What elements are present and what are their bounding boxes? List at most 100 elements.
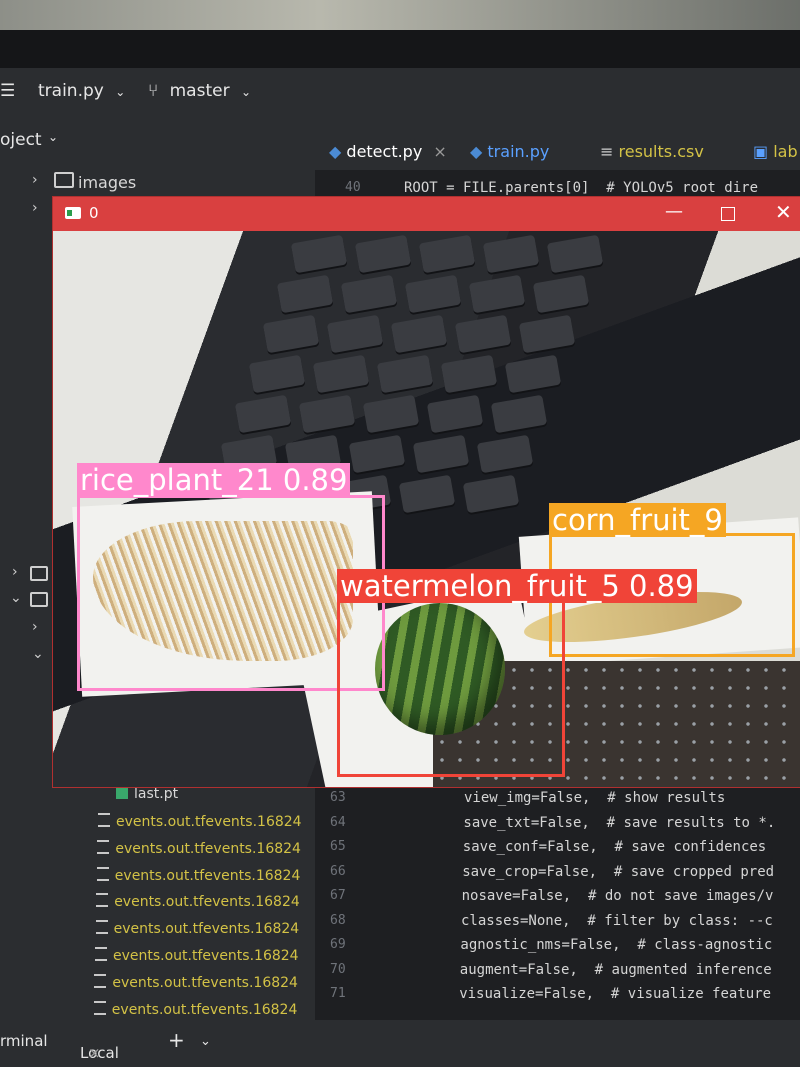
chevron-down-icon: ⌄ [115,85,126,99]
keyboard-key-image [440,354,498,394]
current-file-label: train.py [38,81,104,101]
code-line: view_img=False, # show results [464,790,726,806]
add-terminal-icon[interactable]: + [168,1028,185,1052]
maximize-icon[interactable] [721,207,735,221]
line-number: 70 [330,961,346,977]
tree-item-label: events.out.tfevents.16824 [114,894,300,911]
tree-item-label: events.out.tfevents.16824 [113,948,299,964]
keyboard-key-image [362,394,420,434]
code-line: ROOT = FILE.parents[0] # YOLOv5 root dir… [404,180,759,196]
detection-label-corn: corn_fruit_9 [549,503,726,537]
chevron-down-icon: ⌄ [240,85,252,99]
keyboard-key-image [398,474,456,514]
code-line: augment=False, # augmented inference [459,961,772,978]
project-label: oject [0,130,42,150]
file-selector[interactable]: train.py ⌄ [38,81,125,101]
keyboard-key-image [404,274,462,314]
keyboard-key-image [248,354,306,394]
tree-item-label: events.out.tfevents.16824 [113,921,300,938]
line-number: 68 [330,912,346,928]
keyboard-key-image [340,274,398,314]
tree-item-label: events.out.tfevents.16824 [112,974,298,991]
text-file-icon [96,866,109,881]
chevron-down-icon[interactable]: ⌄ [10,590,22,606]
detection-window[interactable]: 0 — ✕ rice_plant_21 0.89 corn_fruit_9 wa… [52,196,800,788]
keyboard-key-image [276,274,334,314]
branch-icon: ⑂ [148,81,159,101]
detection-box-watermelon [337,599,565,777]
tree-item-images[interactable]: images [54,172,136,192]
line-number: 65 [330,839,346,854]
text-file-icon [97,839,110,854]
terminal-tab[interactable]: rminal [0,1032,48,1050]
tree-item-label: events.out.tfevents.16824 [115,840,301,857]
keyboard-key-image [504,354,562,394]
text-file-icon [96,893,109,908]
keyboard-key-image [262,314,320,354]
weights-file-icon [116,787,128,799]
tree-item-events-file[interactable]: events.out.tfevents.16824 [98,812,302,830]
tab-results-csv[interactable]: ≡ results.csv [600,142,704,161]
tree-item-events-file[interactable]: events.out.tfevents.16824 [97,839,301,857]
tree-item-label: events.out.tfevents.16824 [116,814,302,830]
folder-icon [54,172,74,188]
chevron-down-icon: ⌄ [48,130,59,144]
tab-train-py[interactable]: ◆ train.py [470,142,549,161]
chevron-right-icon[interactable]: › [32,172,38,188]
code-line: save_txt=False, # save results to *. [463,814,776,831]
table-file-icon: ≡ [600,142,614,161]
tree-item-label: images [78,173,137,192]
chevron-right-icon[interactable]: › [12,564,18,580]
line-number: 64 [330,814,346,830]
keyboard-key-image [490,394,548,434]
text-file-icon [94,973,107,988]
keyboard-key-image [454,314,512,354]
tree-item-events-file[interactable]: events.out.tfevents.16824 [96,892,300,910]
tree-item-events-file[interactable]: events.out.tfevents.16824 [94,973,298,991]
tab-label: results.csv [618,142,704,161]
keyboard-key-image [376,354,434,394]
code-line: visualize=False, # visualize feature [459,986,772,1002]
close-icon[interactable]: × [433,142,446,161]
keyboard-key-image [390,314,448,354]
minimize-icon[interactable]: — [665,201,683,222]
chevron-right-icon[interactable]: › [32,619,38,635]
tree-item-events-file[interactable]: events.out.tfevents.16824 [96,866,300,884]
close-icon[interactable]: × [88,1044,101,1062]
tab-labels[interactable]: ▣ lab [753,142,798,161]
keyboard-key-image [462,474,520,514]
editor-tabs: ◆ detect.py × ◆ train.py ≡ results.csv ▣… [315,118,800,170]
close-icon[interactable]: ✕ [775,200,792,224]
window-app-icon [65,207,81,219]
monitor-bezel [0,30,800,70]
tree-item-events-file[interactable]: events.out.tfevents.16824 [93,1000,297,1018]
detection-label-rice: rice_plant_21 0.89 [77,463,351,497]
keyboard-key-image [426,394,484,434]
code-line: save_conf=False, # save confidences [462,839,767,855]
python-icon: ◆ [470,142,483,161]
text-file-icon [98,813,110,827]
keyboard-key-image [354,234,412,274]
project-panel-header[interactable]: oject ⌄ [0,118,315,164]
chevron-down-icon[interactable]: ⌄ [32,646,44,662]
chevron-right-icon[interactable]: › [32,200,38,216]
tree-item-label: last.pt [134,786,179,802]
keyboard-key-image [518,314,576,354]
tree-item-last-pt[interactable]: last.pt [116,786,178,802]
chevron-down-icon[interactable]: ⌄ [200,1034,211,1049]
main-menu-icon[interactable]: ☰ [0,81,15,101]
code-line: nosave=False, # do not save images/v [461,888,774,904]
tab-detect-py[interactable]: ◆ detect.py × [329,142,447,161]
image-file-icon: ▣ [753,142,769,161]
keyboard-key-image [532,274,590,314]
folder-icon [30,592,48,607]
terminal-bar: rminal Local × + ⌄ [0,1020,800,1067]
detection-label-watermelon: watermelon_fruit_5 0.89 [337,569,697,603]
branch-selector[interactable]: ⑂ master ⌄ [148,81,251,101]
window-titlebar[interactable]: 0 — ✕ [53,197,800,231]
keyboard-key-image [312,354,370,394]
code-line: save_crop=False, # save cropped pred [462,863,775,880]
tree-item-events-file[interactable]: events.out.tfevents.16824 [95,919,300,938]
tree-item-events-file[interactable]: events.out.tfevents.16824 [95,946,299,964]
keyboard-key-image [290,234,348,274]
